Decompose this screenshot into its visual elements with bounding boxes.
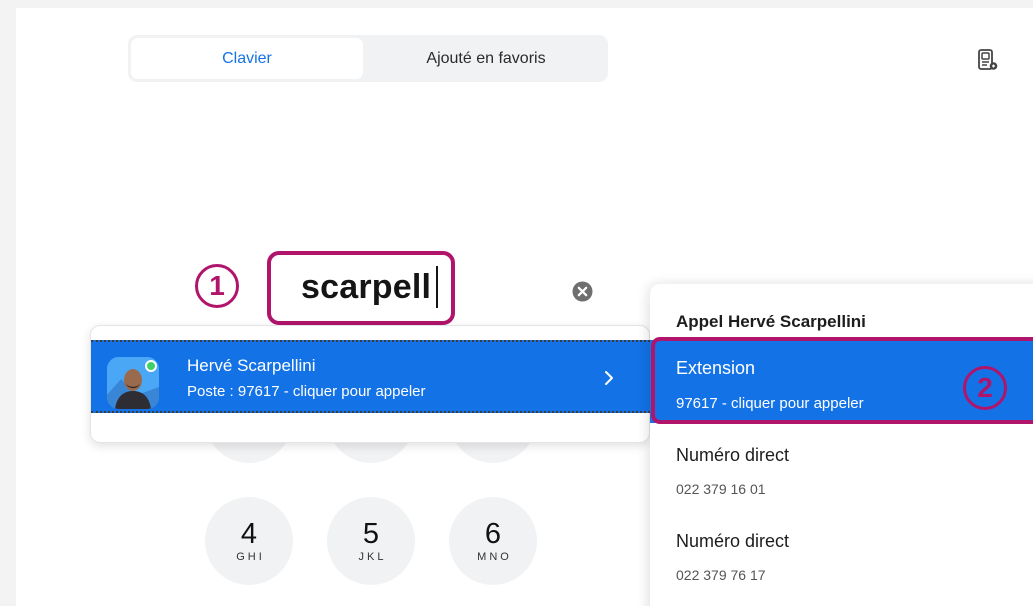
step-badge-2: 2: [963, 366, 1007, 410]
call-options-panel: Appel Hervé Scarpellini Extension 97617 …: [650, 284, 1033, 606]
call-option-direct-2[interactable]: Numéro direct 022 379 76 17: [650, 515, 1033, 597]
option-value: 022 379 76 17: [676, 567, 766, 583]
key-digit: 4: [240, 518, 258, 550]
result-name: Hervé Scarpellini: [187, 356, 316, 375]
dialpad-key-4[interactable]: 4 GHI: [205, 497, 293, 585]
result-item[interactable]: Hervé Scarpellini Poste : 97617 - clique…: [91, 340, 650, 413]
option-label: Numéro direct: [676, 445, 790, 465]
key-letters: MNO: [477, 551, 512, 563]
avatar: [107, 357, 159, 409]
option-label: Numéro direct: [676, 531, 790, 551]
tab-keypad[interactable]: Clavier: [131, 38, 363, 79]
key-letters: JKL: [358, 551, 387, 563]
key-digit: 6: [484, 518, 502, 550]
dialpad-key-5[interactable]: 5 JKL: [327, 497, 415, 585]
view-switcher: Clavier Ajouté en favoris: [128, 35, 608, 82]
search-highlight: [267, 251, 455, 325]
clear-icon[interactable]: [572, 281, 593, 302]
tab-favorites[interactable]: Ajouté en favoris: [368, 38, 604, 79]
presence-dot: [145, 360, 157, 372]
key-digit: 5: [362, 518, 380, 550]
call-option-direct-1[interactable]: Numéro direct 022 379 16 01: [650, 429, 1033, 511]
chevron-right-icon: [605, 371, 613, 385]
option-value: 022 379 16 01: [676, 481, 766, 497]
result-subtitle: Poste : 97617 - cliquer pour appeler: [187, 383, 426, 400]
window-top-bar: [0, 0, 1033, 8]
step-badge-1: 1: [195, 264, 239, 308]
search-results: Hervé Scarpellini Poste : 97617 - clique…: [90, 325, 650, 443]
key-letters: GHI: [236, 551, 265, 563]
call-options-title: Appel Hervé Scarpellini: [676, 312, 866, 331]
dialpad-key-6[interactable]: 6 MNO: [449, 497, 537, 585]
phonebook-icon[interactable]: [978, 49, 998, 71]
